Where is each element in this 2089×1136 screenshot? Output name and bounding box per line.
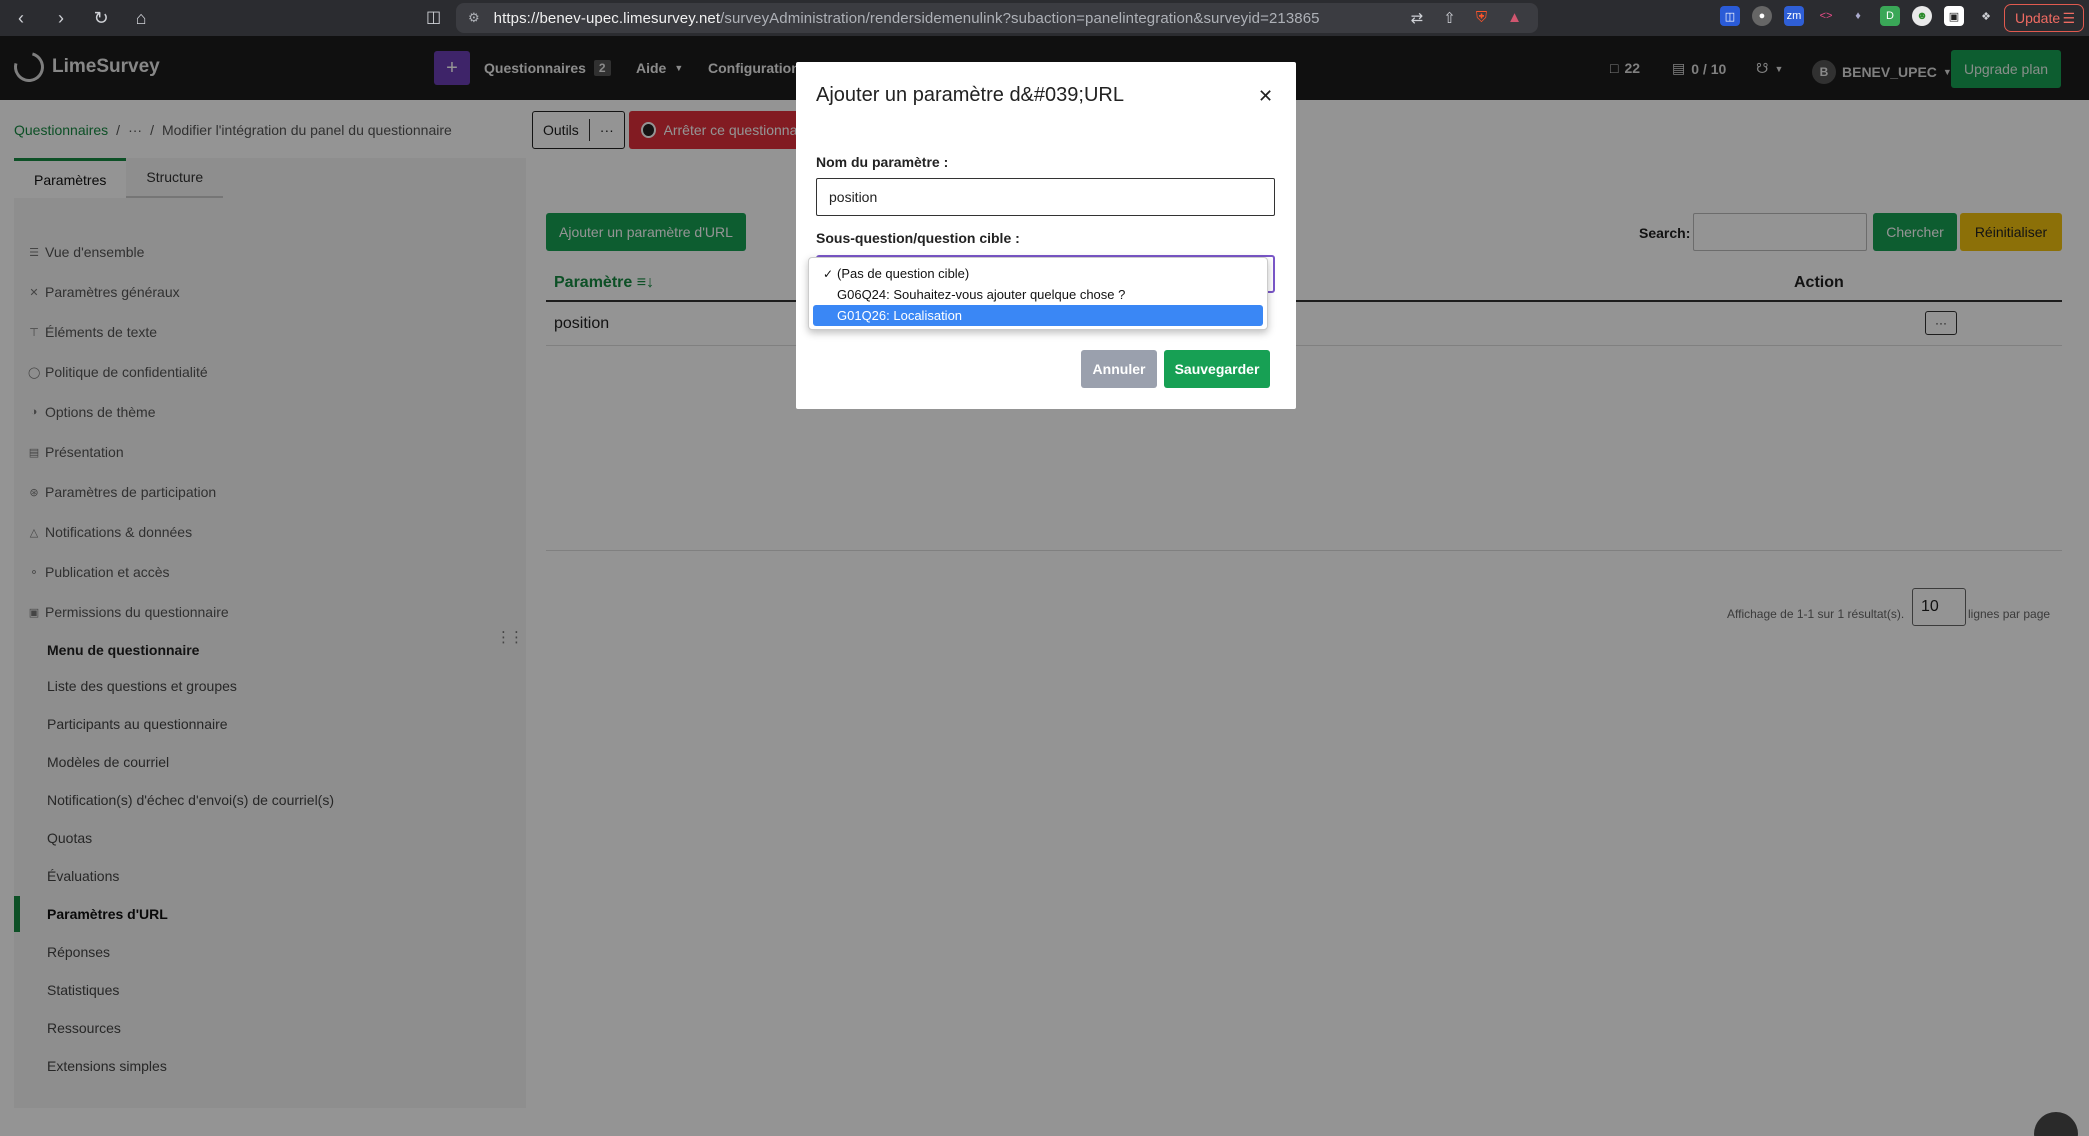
extension-d-icon[interactable]: D xyxy=(1880,6,1900,26)
checkmark-icon: ✓ xyxy=(823,266,834,281)
extension-frog-icon[interactable]: ☻ xyxy=(1912,6,1932,26)
param-name-label: Nom du paramètre : xyxy=(816,154,949,170)
reload-icon[interactable]: ↻ xyxy=(92,8,110,29)
extension-puzzle-alt-icon[interactable]: ♦ xyxy=(1848,6,1868,26)
menu-icon: ☰ xyxy=(2062,9,2075,26)
dropdown-option[interactable]: G06Q24: Souhaitez-vous ajouter quelque c… xyxy=(813,284,1263,305)
browser-toolbar: ‹ › ↻ ⌂ ◫ ⚙ https://benev-upec.limesurve… xyxy=(0,0,2089,36)
cancel-button[interactable]: Annuler xyxy=(1081,350,1157,388)
extension-circle-icon[interactable]: ● xyxy=(1752,6,1772,26)
extension-zm-icon[interactable]: zm xyxy=(1784,6,1804,26)
modal-title: Ajouter un paramètre d&#039;URL xyxy=(816,84,1124,106)
translate-icon[interactable]: ⇄ xyxy=(1411,9,1424,27)
share-icon[interactable]: ⇧ xyxy=(1443,9,1456,27)
extension-bitwarden-icon[interactable]: ◫ xyxy=(1720,6,1740,26)
dropdown-option-highlighted[interactable]: G01Q26: Localisation xyxy=(813,305,1263,326)
option-label: (Pas de question cible) xyxy=(837,266,970,281)
option-label: G01Q26: Localisation xyxy=(837,308,963,323)
target-question-dropdown: ✓ (Pas de question cible) G06Q24: Souhai… xyxy=(808,257,1268,330)
param-name-input[interactable]: position xyxy=(816,178,1275,216)
rewards-icon[interactable]: ▲ xyxy=(1507,9,1522,27)
update-label: Update xyxy=(2015,10,2061,26)
bookmark-icon[interactable]: ◫ xyxy=(426,7,441,27)
extensions-puzzle-icon[interactable]: ❖ xyxy=(1976,6,1996,26)
site-info-icon[interactable]: ⚙ xyxy=(468,10,480,26)
dropdown-option[interactable]: ✓ (Pas de question cible) xyxy=(813,263,1263,284)
close-icon[interactable]: ✕ xyxy=(1258,86,1273,107)
target-question-label: Sous-question/question cible : xyxy=(816,230,1020,246)
save-button[interactable]: Sauvegarder xyxy=(1164,350,1270,388)
home-icon[interactable]: ⌂ xyxy=(132,8,150,29)
url-text: https://benev-upec.limesurvey.net/survey… xyxy=(493,9,1320,27)
extension-code-icon[interactable]: <> xyxy=(1816,6,1836,26)
option-label: G06Q24: Souhaitez-vous ajouter quelque c… xyxy=(837,287,1126,302)
add-url-param-modal: Ajouter un paramètre d&#039;URL ✕ Nom du… xyxy=(796,62,1296,409)
back-icon[interactable]: ‹ xyxy=(12,8,30,29)
brave-shield-icon[interactable]: ⛨ xyxy=(1476,9,1487,27)
extension-camera-icon[interactable]: ▣ xyxy=(1944,6,1964,26)
address-bar[interactable]: ⚙ https://benev-upec.limesurvey.net/surv… xyxy=(456,3,1538,33)
forward-icon[interactable]: › xyxy=(52,8,70,29)
browser-update-button[interactable]: Update ☰ xyxy=(2004,4,2084,32)
